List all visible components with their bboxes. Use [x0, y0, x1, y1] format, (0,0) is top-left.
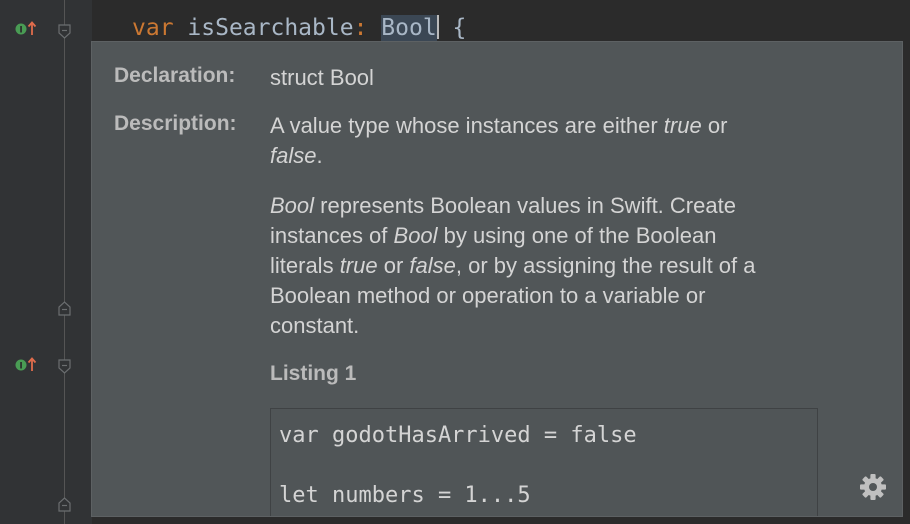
quick-documentation-popup: Declaration: struct Bool Description: A … — [92, 42, 902, 516]
gear-icon[interactable] — [858, 472, 888, 502]
declaration-label: Declaration: — [114, 64, 236, 87]
code-line[interactable]: var isSearchable: Bool { — [132, 12, 466, 44]
description-paragraph-2: Bool represents Boolean values in Swift.… — [270, 193, 756, 338]
open-brace: { — [452, 15, 467, 41]
code-listing: var godotHasArrived = false let numbers … — [270, 408, 818, 516]
fold-marker-icon[interactable] — [58, 24, 71, 39]
type-name[interactable]: Bool — [381, 15, 437, 41]
listing-title: Listing 1 — [270, 362, 357, 385]
override-up-arrow-icon[interactable]: I — [14, 19, 38, 37]
property-name: isSearchable — [187, 15, 354, 41]
colon: : — [353, 15, 368, 41]
declaration-value: struct Bool — [270, 65, 374, 90]
description-label: Description: — [114, 112, 237, 135]
svg-text:I: I — [19, 26, 22, 36]
text-caret — [436, 15, 439, 39]
listing-line: let numbers = 1...5 — [279, 483, 531, 508]
editor-gutter — [0, 0, 92, 524]
fold-guide-line — [64, 0, 65, 524]
fold-marker-icon[interactable] — [58, 301, 71, 316]
listing-line: var godotHasArrived = false — [279, 423, 637, 448]
fold-marker-icon[interactable] — [58, 359, 71, 374]
override-up-arrow-icon[interactable]: I — [14, 355, 38, 373]
description-paragraph-1: A value type whose instances are either … — [270, 113, 728, 168]
svg-text:I: I — [19, 362, 22, 372]
fold-marker-icon[interactable] — [58, 497, 71, 512]
keyword-var: var — [132, 15, 174, 41]
